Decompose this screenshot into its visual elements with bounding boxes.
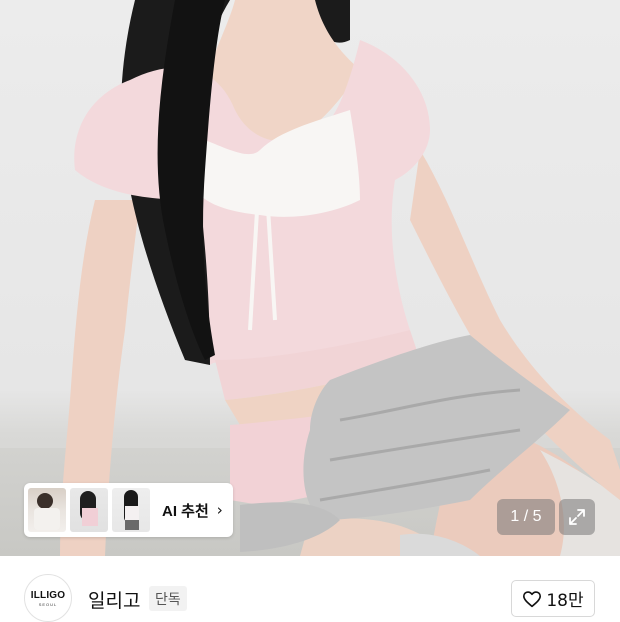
logo-text: ILLIGO: [30, 589, 66, 601]
ai-recommend-label: AI 추천: [162, 502, 209, 520]
expand-icon: [569, 509, 585, 525]
image-page-counter: 1 / 5: [497, 499, 555, 535]
like-count: 18만: [546, 591, 584, 611]
shop-name[interactable]: 일리고: [88, 586, 140, 613]
recommend-thumbnail-3[interactable]: [112, 488, 150, 532]
exclusive-badge: 단독: [149, 586, 187, 611]
chevron-right-icon: ›: [216, 501, 223, 519]
heart-icon: [523, 590, 542, 607]
shop-logo[interactable]: ILLIGO SEOUL: [24, 574, 72, 622]
product-image[interactable]: AI 추천 › 1 / 5: [0, 0, 620, 556]
like-button[interactable]: 18만: [511, 580, 595, 617]
recommend-thumbnail-1[interactable]: [28, 488, 66, 532]
ai-recommend-card[interactable]: AI 추천 ›: [24, 483, 233, 537]
logo-subtext: SEOUL: [38, 601, 58, 607]
recommend-thumbnail-2[interactable]: [70, 488, 108, 532]
expand-button[interactable]: [559, 499, 595, 535]
model-illustration: [60, 0, 620, 556]
